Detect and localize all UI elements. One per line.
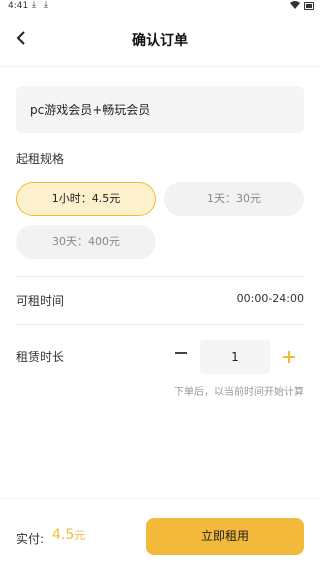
header-divider <box>0 66 320 67</box>
download-icon: ⤓ <box>32 0 36 10</box>
availability-value: 00:00-24:00 <box>236 292 304 305</box>
wifi-icon <box>290 1 300 9</box>
status-time: 4:41 <box>8 1 29 11</box>
spec-option-30-days[interactable]: 30天：400元 <box>16 225 156 259</box>
specs-label: 起租规格 <box>16 152 65 166</box>
decrease-duration-button[interactable] <box>170 342 192 364</box>
spec-option-1-hour[interactable]: 1小时：4.5元 <box>16 182 156 216</box>
rent-now-button[interactable]: 立即租用 <box>146 518 304 555</box>
product-card: pc游戏会员+畅玩会员 <box>16 86 304 133</box>
divider <box>16 276 304 277</box>
status-bar: 4:41 ⤓ ⤓ <box>0 0 320 14</box>
status-icons <box>290 1 314 10</box>
duration-label: 租赁时长 <box>16 350 65 364</box>
increase-duration-button[interactable] <box>278 346 300 368</box>
duration-hint: 下单后，以当前时间开始计算 <box>174 387 304 398</box>
pay-label: 实付: <box>16 532 45 546</box>
availability-label: 可租时间 <box>16 294 65 308</box>
pay-amount: 4.5元 <box>52 527 85 543</box>
product-name: pc游戏会员+畅玩会员 <box>30 103 151 117</box>
spec-option-1-day[interactable]: 1天：30元 <box>164 182 304 216</box>
header: 确认订单 <box>0 22 320 56</box>
download-icon: ⤓ <box>44 0 48 10</box>
battery-icon <box>304 1 314 10</box>
page-title: 确认订单 <box>132 33 188 49</box>
pay-amount-unit: 元 <box>74 529 86 542</box>
divider <box>16 324 304 325</box>
footer-divider <box>0 498 320 499</box>
pay-amount-value: 4.5 <box>52 527 75 543</box>
duration-value[interactable]: 1 <box>200 340 270 374</box>
